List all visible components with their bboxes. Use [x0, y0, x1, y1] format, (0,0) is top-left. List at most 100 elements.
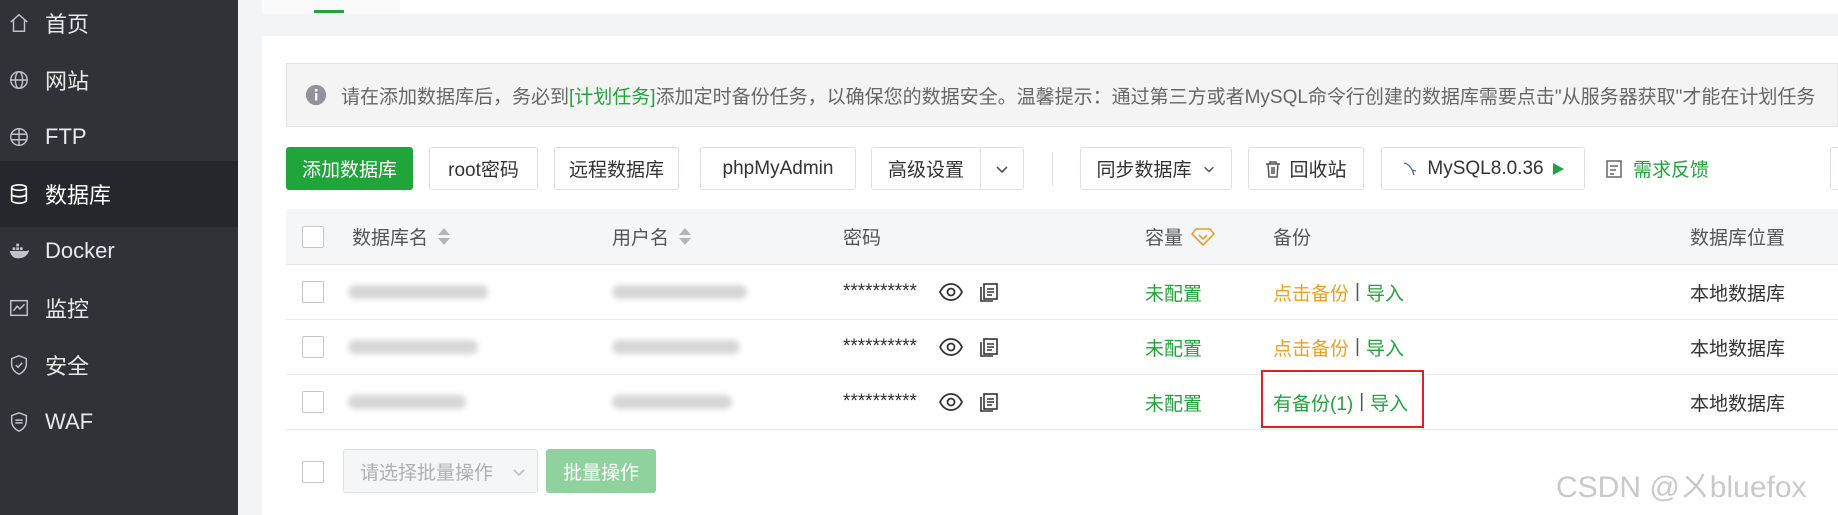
db-name-redacted — [348, 320, 478, 374]
column-capacity: 容量 — [1145, 209, 1216, 264]
database-table: 数据库名 用户名 密码 容量 备份 数据库位置 ********** 未配置 点… — [286, 209, 1838, 430]
show-password-icon[interactable] — [939, 320, 963, 374]
mysql-version-label: MySQL8.0.36 — [1427, 157, 1544, 179]
top-tab-bar — [262, 0, 1838, 14]
active-tab-indicator — [314, 10, 344, 13]
capacity-unconfigured[interactable]: 未配置 — [1145, 265, 1202, 319]
import-link[interactable]: 导入 — [1366, 279, 1404, 306]
monitor-icon — [8, 297, 30, 319]
sidebar-item-label: 数据库 — [45, 183, 112, 208]
username-redacted — [612, 320, 740, 374]
info-alert: 请在添加数据库后，务必到 [计划任务] 添加定时备份任务，以确保您的数据安全。温… — [286, 63, 1838, 127]
waf-shield-icon — [8, 411, 30, 433]
row-checkbox[interactable] — [302, 375, 324, 429]
search-box-edge[interactable] — [1830, 147, 1838, 190]
info-icon — [305, 84, 327, 106]
add-database-button[interactable]: 添加数据库 — [286, 147, 413, 190]
password-masked: ********** — [843, 281, 917, 302]
column-db-name[interactable]: 数据库名 — [352, 209, 451, 264]
shield-icon — [8, 354, 30, 376]
feedback-label: 需求反馈 — [1633, 160, 1710, 181]
advanced-settings-button[interactable]: 高级设置 — [871, 147, 980, 190]
toolbar-divider — [1052, 152, 1053, 186]
copy-password-icon[interactable] — [979, 265, 999, 319]
alert-text-before: 请在添加数据库后，务必到 — [341, 86, 570, 108]
remote-database-button[interactable]: 远程数据库 — [554, 147, 679, 190]
db-location: 本地数据库 — [1690, 338, 1786, 360]
watermark: CSDN @ㄨbluefox — [1556, 471, 1807, 504]
select-all-checkbox[interactable] — [302, 209, 324, 264]
sort-icon — [679, 228, 692, 245]
backup-highlight-box — [1261, 370, 1424, 428]
sidebar-item-label: WAF — [45, 409, 94, 434]
column-capacity-label: 容量 — [1145, 228, 1184, 249]
column-db-name-label: 数据库名 — [352, 228, 429, 249]
import-link[interactable]: 导入 — [1366, 334, 1404, 361]
table-row: ********** 未配置 点击备份 | 导入 本地数据库 — [286, 265, 1838, 320]
database-icon — [8, 183, 30, 205]
capacity-unconfigured[interactable]: 未配置 — [1145, 375, 1202, 429]
sidebar-item-label: 网站 — [45, 69, 90, 94]
mysql-dolphin-icon — [1404, 161, 1417, 175]
separator: | — [1355, 281, 1360, 302]
phpmyadmin-button[interactable]: phpMyAdmin — [700, 147, 856, 190]
backup-now-link[interactable]: 点击备份 — [1273, 279, 1349, 306]
backup-cell: 点击备份 | 导入 — [1273, 320, 1404, 374]
backup-now-link[interactable]: 点击备份 — [1273, 334, 1349, 361]
trash-icon — [1266, 160, 1281, 178]
alert-text-after: 添加定时备份任务，以确保您的数据安全。温馨提示：通过第三方或者MySQL命令行创… — [655, 86, 1816, 108]
db-name-redacted — [348, 375, 466, 429]
db-location: 本地数据库 — [1690, 393, 1786, 415]
recycle-bin-button[interactable]: 回收站 — [1248, 147, 1364, 190]
column-password: 密码 — [843, 228, 882, 249]
chevron-down-icon — [1203, 166, 1214, 173]
batch-operation-select[interactable]: 请选择批量操作 — [343, 449, 538, 493]
username-redacted — [612, 265, 747, 319]
copy-password-icon[interactable] — [979, 375, 999, 429]
globe-icon — [8, 69, 30, 91]
column-username[interactable]: 用户名 — [612, 209, 692, 264]
batch-operation-button[interactable]: 批量操作 — [546, 449, 656, 493]
home-icon — [8, 12, 30, 34]
db-name-redacted — [348, 265, 488, 319]
root-password-button[interactable]: root密码 — [429, 147, 538, 190]
sidebar-item-waf[interactable]: WAF — [0, 389, 238, 455]
password-masked: ********** — [843, 391, 917, 412]
feedback-link[interactable]: 需求反馈 — [1605, 147, 1709, 190]
chevron-down-icon — [996, 165, 1008, 173]
table-row: ********** 未配置 有备份(1) | 导入 本地数据库 — [286, 375, 1838, 430]
sync-database-button[interactable]: 同步数据库 — [1080, 147, 1232, 190]
capacity-unconfigured[interactable]: 未配置 — [1145, 320, 1202, 374]
batch-select-checkbox[interactable] — [302, 461, 324, 483]
vip-diamond-icon — [1191, 227, 1216, 246]
chevron-down-icon — [513, 469, 525, 477]
sidebar: 首页 网站 FTP 数据库 Docker 监控 安全 WAF — [0, 0, 238, 515]
copy-password-icon[interactable] — [979, 320, 999, 374]
mysql-version-button[interactable]: MySQL8.0.36 — [1381, 147, 1585, 190]
show-password-icon[interactable] — [939, 375, 963, 429]
separator: | — [1355, 336, 1360, 357]
sync-database-label: 同步数据库 — [1096, 160, 1192, 181]
sidebar-item-label: 监控 — [45, 297, 90, 322]
play-icon — [1552, 162, 1564, 175]
db-location: 本地数据库 — [1690, 283, 1786, 305]
table-row: ********** 未配置 点击备份 | 导入 本地数据库 — [286, 320, 1838, 375]
row-checkbox[interactable] — [302, 265, 324, 319]
password-masked: ********** — [843, 336, 917, 357]
sidebar-item-label: FTP — [45, 124, 87, 149]
show-password-icon[interactable] — [939, 265, 963, 319]
schedule-task-link[interactable]: [计划任务] — [569, 82, 656, 109]
docker-icon — [8, 240, 30, 262]
username-redacted — [612, 375, 732, 429]
sidebar-item-label: 安全 — [45, 354, 90, 379]
sort-icon — [438, 228, 451, 245]
row-checkbox[interactable] — [302, 320, 324, 374]
sidebar-item-label: 首页 — [45, 12, 90, 37]
backup-cell: 点击备份 | 导入 — [1273, 265, 1404, 319]
column-backup: 备份 — [1273, 228, 1312, 249]
recycle-bin-label: 回收站 — [1289, 160, 1347, 181]
advanced-settings-dropdown[interactable] — [980, 147, 1024, 190]
ftp-globe-icon — [8, 126, 30, 148]
feedback-edit-icon — [1606, 159, 1622, 178]
table-header: 数据库名 用户名 密码 容量 备份 数据库位置 — [286, 209, 1838, 265]
